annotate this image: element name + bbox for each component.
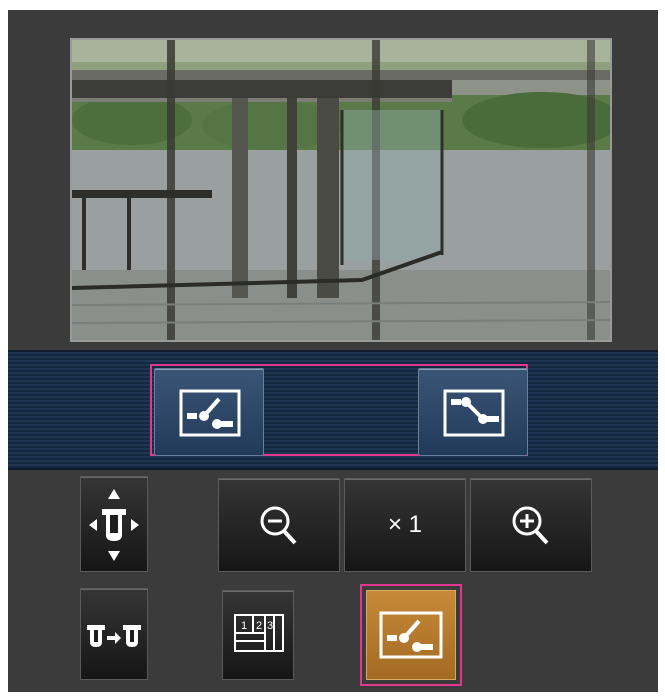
mode-strip (8, 350, 658, 470)
pan-tilt-icon (89, 489, 139, 561)
zoom-in-icon (512, 506, 549, 545)
live-camera-image (70, 38, 612, 342)
multi-screen-digit-2: 2 (256, 620, 262, 632)
viewer-frame: × 1 1 2 3 (8, 10, 658, 692)
camera-switch-icon (87, 625, 141, 647)
zoom-out-icon (260, 506, 297, 545)
tilt-up-icon (379, 611, 443, 659)
multi-screen-icon: 1 2 3 (234, 614, 284, 652)
tilt-down-icon (441, 389, 507, 437)
multi-screen-digit-3: 3 (267, 620, 273, 632)
zoom-level-button[interactable]: × 1 (344, 478, 466, 572)
camera-switch-button[interactable] (80, 588, 148, 680)
tilt-up-button[interactable] (154, 368, 264, 456)
multi-screen-button[interactable]: 1 2 3 (222, 590, 294, 680)
tilt-down-button[interactable] (418, 368, 528, 456)
selected-mode-button[interactable] (366, 590, 456, 680)
zoom-level-label: × 1 (387, 511, 423, 538)
tilt-up-icon (177, 389, 243, 437)
pan-tilt-button[interactable] (80, 476, 148, 572)
multi-screen-digit-1: 1 (241, 620, 247, 632)
zoom-out-button[interactable] (218, 478, 340, 572)
zoom-in-button[interactable] (470, 478, 592, 572)
